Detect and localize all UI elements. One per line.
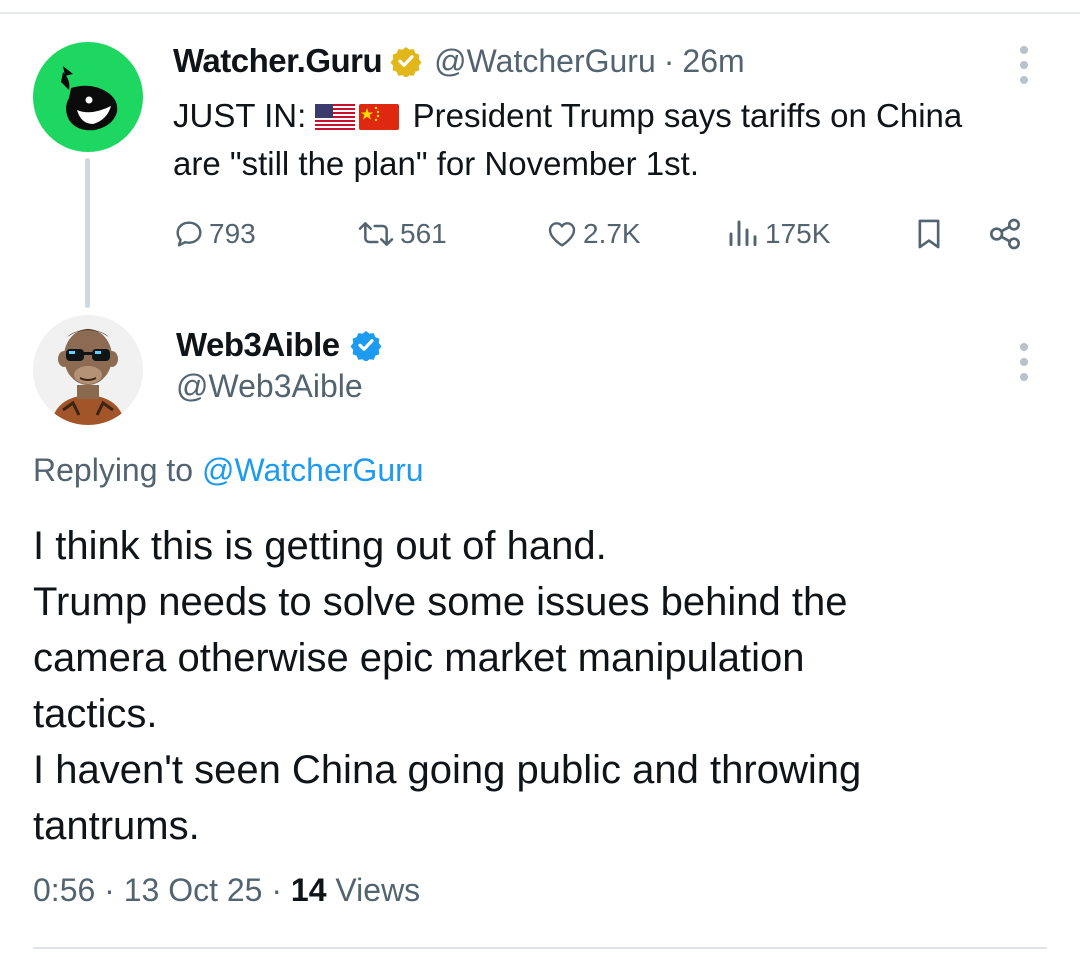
replying-prefix: Replying to xyxy=(33,452,202,488)
parent-tweet-header: Watcher.Guru @WatcherGuru · 26m xyxy=(173,38,745,84)
reply-tweet-text: I think this is getting out of hand. Tru… xyxy=(33,518,1033,854)
bottom-divider xyxy=(33,947,1047,949)
us-flag-icon xyxy=(315,104,356,130)
share-icon xyxy=(990,218,1020,250)
tweet-date[interactable]: 13 Oct 25 xyxy=(124,872,263,908)
like-count: 2.7K xyxy=(583,218,641,249)
reply-text-line: I haven't seen China going public and th… xyxy=(33,748,862,792)
replying-to-line: Replying to @WatcherGuru xyxy=(33,452,424,489)
views-icon xyxy=(729,220,757,247)
thread-connector-line xyxy=(85,158,90,308)
reply-author-row: Web3Aible xyxy=(176,322,382,368)
china-flag-icon xyxy=(359,104,400,130)
repost-button[interactable]: 561 xyxy=(356,210,447,258)
separator-dot: · xyxy=(271,872,283,908)
separator-dot: · xyxy=(104,872,115,908)
tweet-meta: 0:56 · 13 Oct 25 · 14 Views xyxy=(33,872,420,909)
parent-text-prefix: JUST IN: xyxy=(173,97,316,134)
parent-author-handle[interactable]: @WatcherGuru xyxy=(434,43,656,80)
parent-text-line2: are "still the plan" for November 1st. xyxy=(173,145,699,182)
bookmark-button[interactable] xyxy=(913,210,945,258)
tweet-views-label: Views xyxy=(326,872,421,908)
parent-author-name[interactable]: Watcher.Guru xyxy=(173,42,383,80)
repost-count: 561 xyxy=(400,218,447,249)
like-button[interactable]: 2.7K xyxy=(545,210,641,258)
web3aible-avatar[interactable] xyxy=(33,315,143,425)
reply-author-name[interactable]: Web3Aible xyxy=(176,326,340,364)
reply-button[interactable]: 793 xyxy=(173,210,256,258)
gold-verified-badge-icon xyxy=(390,47,422,77)
reply-text-line: I think this is getting out of hand. xyxy=(33,524,607,568)
parent-tweet-text: JUST IN: President Trump says tariffs on… xyxy=(173,92,1033,188)
parent-tweet-time[interactable]: 26m xyxy=(682,43,744,80)
watcherguru-avatar[interactable] xyxy=(33,42,143,152)
reply-text-line: Trump needs to solve some issues behind … xyxy=(33,580,848,624)
reply-author-handle[interactable]: @Web3Aible xyxy=(176,368,363,405)
share-button[interactable] xyxy=(988,210,1024,258)
views-button[interactable]: 175K xyxy=(725,210,830,258)
parent-tweet-actions: 793 561 2.7K 175K xyxy=(173,210,1033,258)
more-options-icon[interactable] xyxy=(1017,46,1031,84)
views-count: 175K xyxy=(765,218,831,249)
reply-icon xyxy=(176,221,202,247)
repost-icon xyxy=(358,222,394,246)
top-divider xyxy=(0,12,1080,14)
tweet-timestamp[interactable]: 0:56 xyxy=(33,872,95,908)
blue-verified-badge-icon xyxy=(350,331,382,361)
reply-text-line: tactics. xyxy=(33,692,158,736)
whale-logo-icon xyxy=(61,66,118,131)
like-icon xyxy=(548,222,576,247)
replying-to-link[interactable]: @WatcherGuru xyxy=(202,452,424,488)
ape-avatar-icon xyxy=(33,315,143,425)
bookmark-icon xyxy=(918,219,940,249)
reply-text-line: camera otherwise epic market manipulatio… xyxy=(33,636,805,680)
tweet-views-count: 14 xyxy=(290,872,327,908)
separator-dot: · xyxy=(663,42,675,79)
reply-text-line: tantrums. xyxy=(33,804,200,848)
parent-text-line1-rest: President Trump says tariffs on China xyxy=(403,97,963,134)
more-options-icon[interactable] xyxy=(1017,343,1031,381)
reply-count: 793 xyxy=(209,218,256,249)
